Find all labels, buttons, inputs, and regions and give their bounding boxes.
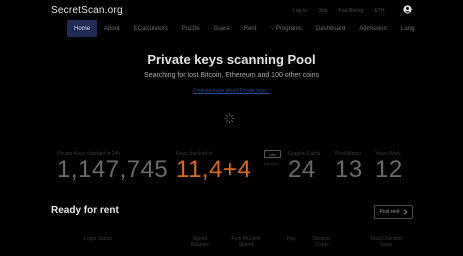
- stat-value: 24: [288, 156, 316, 183]
- top-link-login[interactable]: Log In: [293, 8, 307, 14]
- column-header-pay[interactable]: Pay: [280, 236, 302, 242]
- nav-item-lang[interactable]: Lang: [394, 20, 421, 37]
- nav-item-about[interactable]: About: [97, 20, 127, 37]
- main-nav: Home About ECalculators Puzzle Guest Ren…: [67, 20, 421, 37]
- top-bar: SecretScan.org Log In Join Fail Mining E…: [0, 0, 463, 22]
- hero-subtitle: Searching for lost Bitcoin, Ethereum and…: [143, 72, 320, 79]
- bits-toggle-button[interactable]: bits: [264, 150, 281, 158]
- chevron-right-icon: [403, 209, 407, 215]
- stat-value: 12: [375, 156, 403, 183]
- column-header-graphic-cards[interactable]: Graphic Cards: [308, 236, 336, 248]
- column-header-pool-bit-limit[interactable]: Pool Bit Limit Speed: [226, 236, 266, 248]
- stat-value: 1,147,745: [57, 156, 169, 183]
- nav-item-calculators[interactable]: ECalculators: [127, 20, 175, 37]
- hero-title: Private keys scanning Pool: [147, 52, 316, 67]
- nav-item-admission[interactable]: Admission: [352, 20, 394, 37]
- column-header-total-checked[interactable]: Total Checked Value: [366, 236, 406, 248]
- top-link-join[interactable]: Join: [318, 8, 327, 14]
- top-links: Log In Join Fail Mining ETH: [293, 8, 394, 14]
- bits-sublabel: Ranges: [264, 161, 278, 166]
- stat-keys-found: Keys checked in 11,4+4: [176, 151, 251, 182]
- stat-value: 11,4+4: [176, 156, 252, 183]
- stat-pool-miners: Pool Miners 13: [335, 151, 363, 182]
- user-account-icon[interactable]: [403, 5, 412, 14]
- nav-item-puzzle[interactable]: Puzzle: [175, 20, 207, 37]
- nav-item-rent[interactable]: Rent: [237, 20, 264, 37]
- loading-spinner-icon: [224, 113, 235, 124]
- top-link-eth[interactable]: ETH: [374, 8, 384, 14]
- nav-item-programs[interactable]: ∵ Programs: [263, 20, 309, 37]
- column-header-speed-balance[interactable]: Speed Balance: [186, 236, 214, 248]
- private-keys-info-link[interactable]: Find out more about Private keys ›: [0, 88, 463, 94]
- column-header-login-status[interactable]: Login Status: [84, 236, 112, 242]
- nav-item-dashboard[interactable]: Dashboard: [309, 20, 352, 37]
- nav-item-home[interactable]: Home: [67, 20, 98, 37]
- rent-section-title: Ready for rent: [51, 205, 119, 216]
- stat-keys-checked-24h: Private Keys checked in 24h 1,147,745: [57, 151, 168, 182]
- nav-item-guest[interactable]: Guest: [207, 20, 237, 37]
- stat-years-work: Years Work 12: [375, 151, 403, 182]
- stat-graphic-cards: Graphic Cards 24: [288, 151, 320, 182]
- post-rent-label: Post rent: [379, 209, 400, 215]
- post-rent-button[interactable]: Post rent: [374, 205, 413, 219]
- top-link-fail-mining[interactable]: Fail Mining: [339, 8, 363, 14]
- stat-value: 13: [335, 156, 363, 183]
- brand-logo[interactable]: SecretScan.org: [51, 5, 123, 16]
